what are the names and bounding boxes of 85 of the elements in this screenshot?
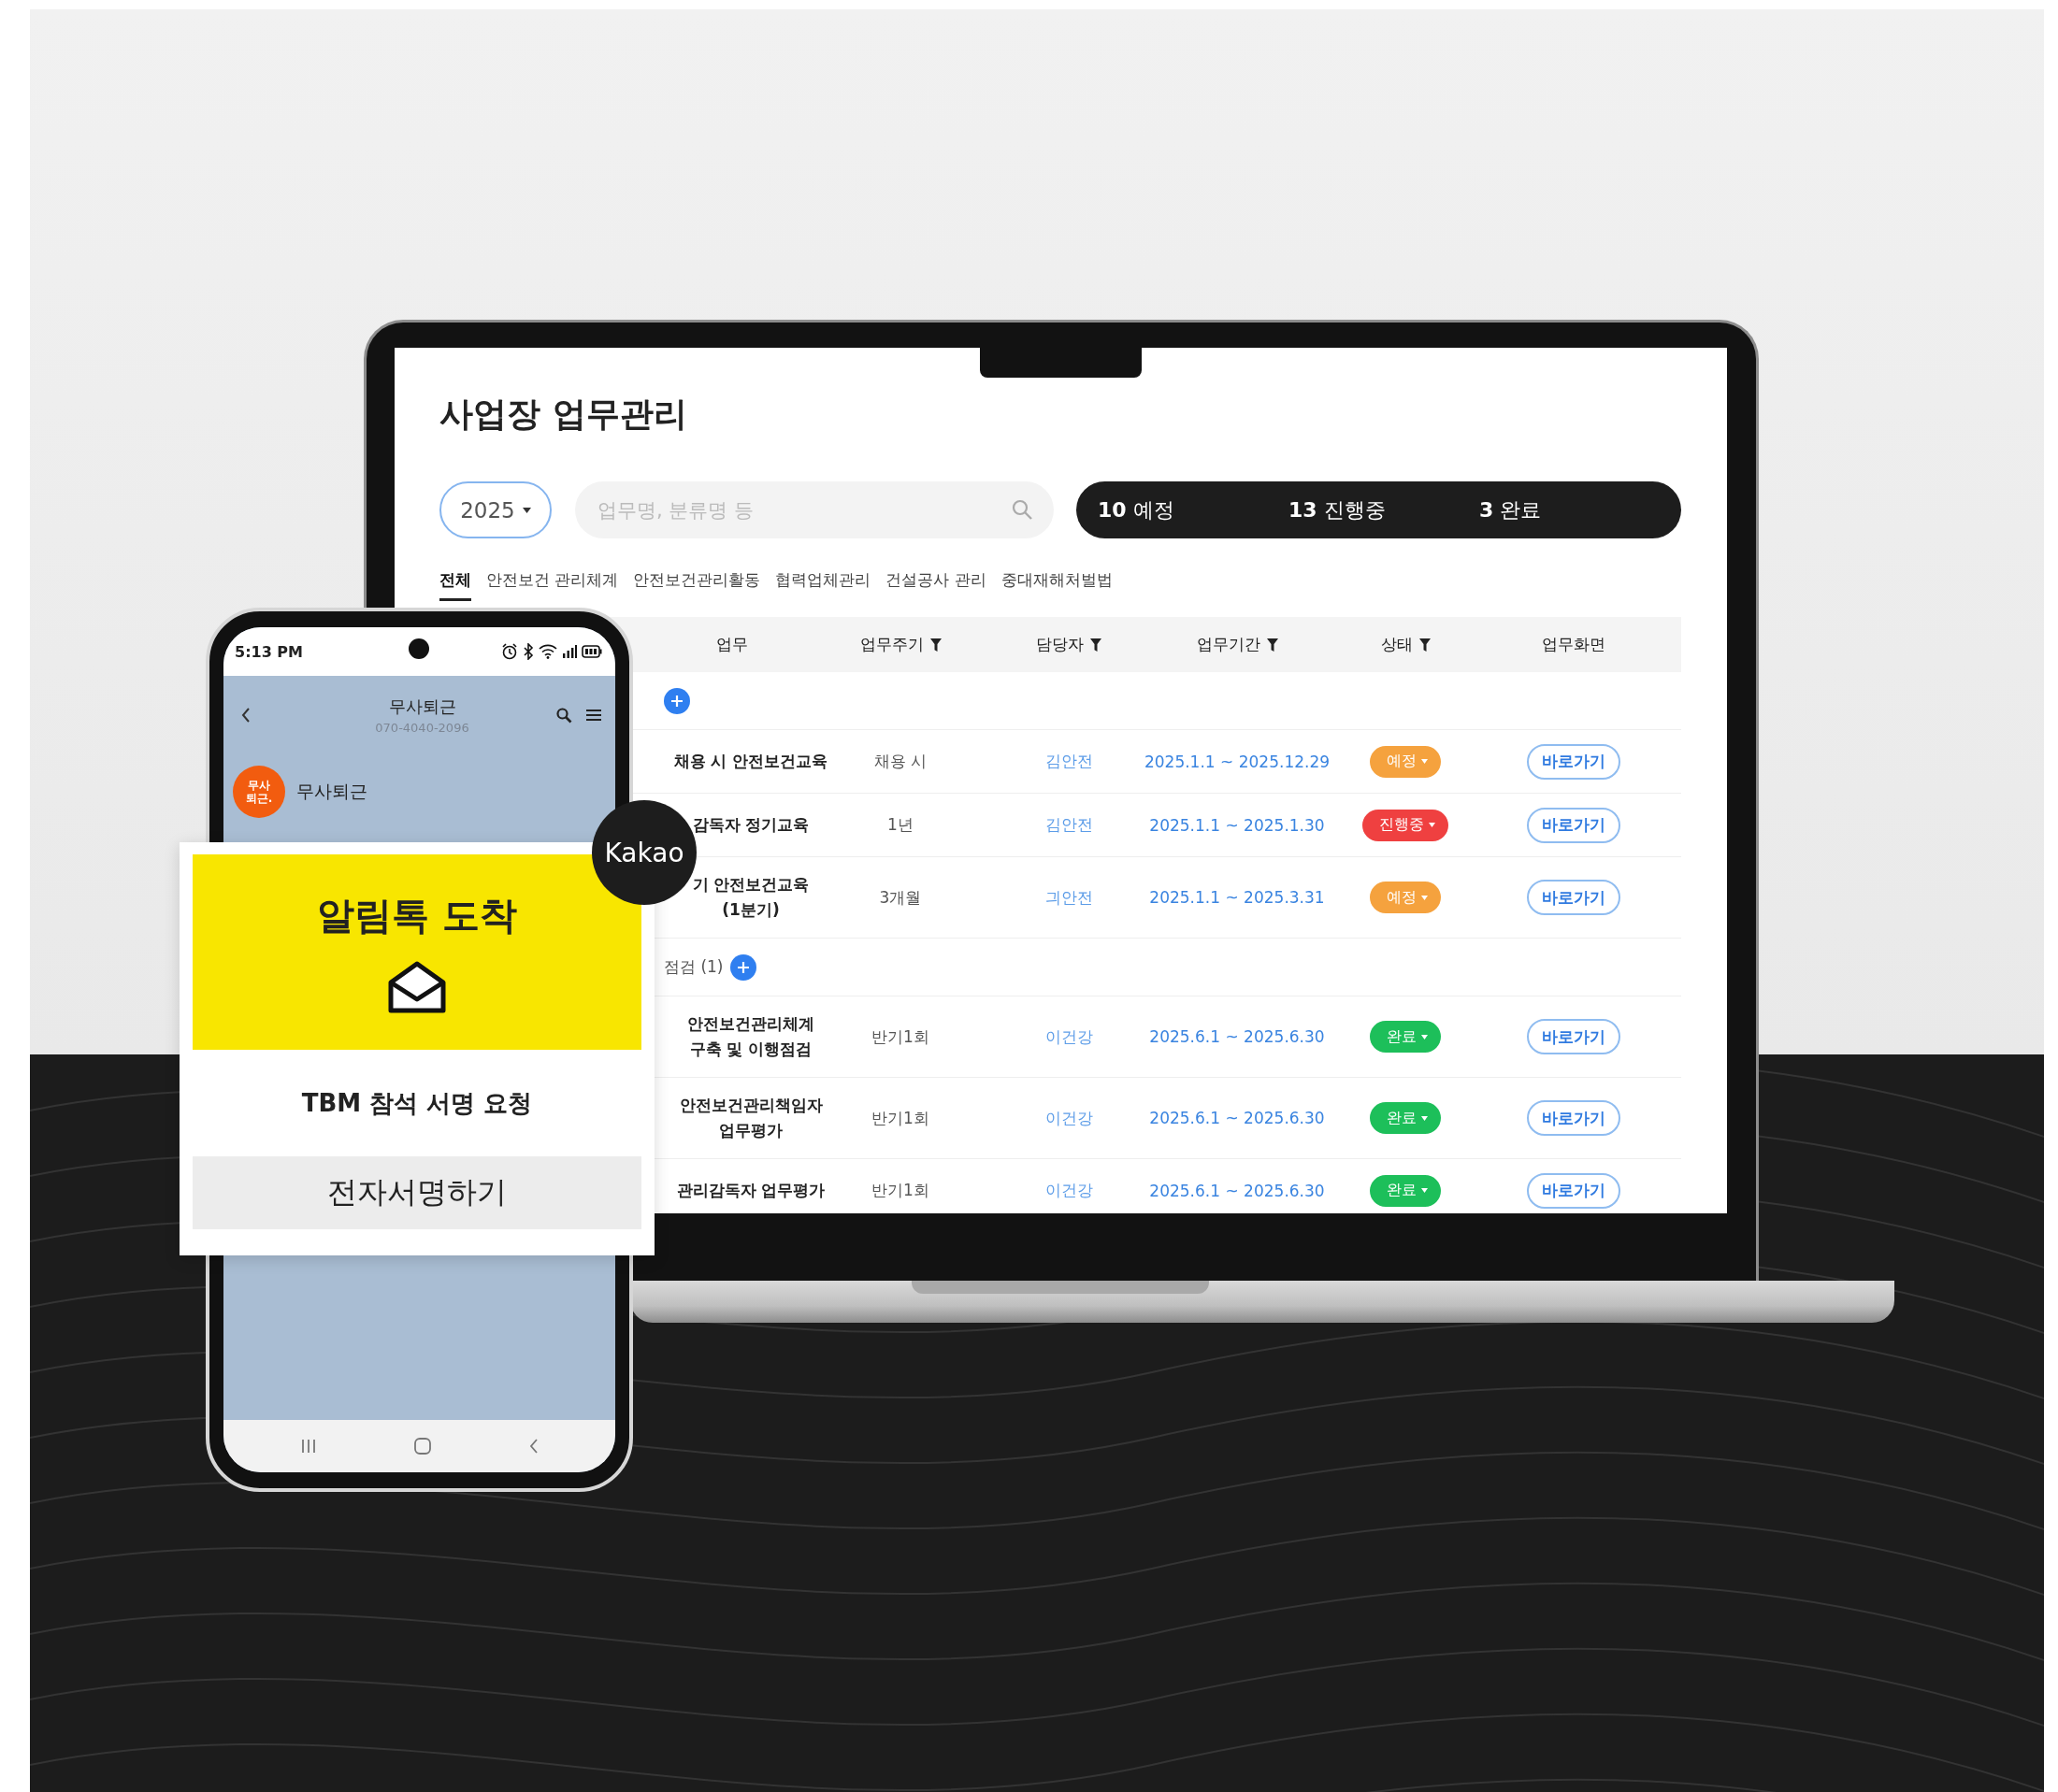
search-icon[interactable] [555,707,572,724]
sender-name: 무사퇴근 [296,780,367,803]
signal-icon [562,645,577,658]
period-text: 2025.6.1 ~ 2025.6.30 [1149,1027,1325,1046]
filter-icon[interactable] [1090,638,1101,652]
alarm-icon [501,643,518,660]
home-icon[interactable] [412,1437,432,1455]
category-tab[interactable]: 중대재해처벌법 [1000,566,1113,601]
goto-button[interactable]: 바로가기 [1527,743,1620,780]
recent-apps-icon[interactable] [299,1439,317,1454]
caret-icon [1421,895,1428,900]
sender-avatar: 무사 퇴근. [233,766,285,818]
caret-icon [1421,1188,1428,1193]
envelope-icon [386,960,448,1014]
owner-name: 김안전 [1044,814,1093,836]
owner-name: 이건강 [1044,1025,1093,1048]
category-tab[interactable]: 안전보건관리활동 [633,566,761,601]
column-header: 업무 [716,634,748,655]
chat-title: 무사퇴근 [388,695,456,718]
status-badge[interactable]: 완료 [1370,1021,1441,1053]
task-name: 채용 시 안전보건교육 [673,751,828,772]
caret-icon [1429,823,1435,827]
back-icon[interactable] [527,1438,540,1455]
owner-name: 이건강 [1044,1180,1093,1201]
period-text: 2025.1.1 ~ 2025.3.31 [1149,888,1325,907]
goto-button[interactable]: 바로가기 [1527,1019,1620,1054]
task-name: 안전보건관리책임자 업무평가 [679,1095,823,1141]
battery-icon [582,645,602,658]
caret-icon [522,507,531,513]
notification-title: 알림톡 도착 [317,893,517,939]
bluetooth-icon [523,643,534,660]
period-text: 2025.1.1 ~ 2025.12.29 [1144,752,1331,771]
period-text: 2025.6.1 ~ 2025.6.30 [1149,1109,1325,1127]
filter-icon[interactable] [1418,638,1431,652]
status-count: 10 예정 [1098,496,1175,523]
goto-button[interactable]: 바로가기 [1527,880,1620,915]
caret-icon [1421,1034,1428,1039]
goto-button[interactable]: 바로가기 [1527,1100,1620,1136]
filter-icon[interactable] [929,638,942,652]
goto-button[interactable]: 바로가기 [1527,1172,1620,1209]
group-label: 점검 (1) [664,956,724,978]
sign-button[interactable]: 전자서명하기 [193,1156,641,1229]
cycle-text: 1년 [887,814,914,836]
status-badge[interactable]: 완료 [1370,1102,1441,1134]
status-badge[interactable]: 완료 [1370,1174,1441,1207]
add-button[interactable] [730,953,757,981]
column-header: 상태 [1380,634,1413,655]
column-header: 업무주기 [859,634,924,655]
menu-icon[interactable] [585,709,602,722]
cycle-text: 3개월 [879,886,922,909]
task-name: 안전보건관리체계 구축 및 이행점검 [687,1013,814,1060]
owner-name: 이건강 [1044,1107,1093,1129]
year-dropdown[interactable]: 2025 [439,481,552,538]
caret-icon [1421,759,1428,764]
status-count: 3 완료 [1479,496,1543,523]
notification-message: TBM 참석 서명 요청 [300,1087,534,1119]
back-icon[interactable] [240,707,252,724]
cycle-text: 반기1회 [871,1025,929,1048]
caret-icon [1421,1115,1428,1121]
category-tab[interactable]: 안전보건 관리체계 [486,566,619,601]
category-tab[interactable]: 협력업체관리 [775,566,871,601]
column-header: 업무기간 [1196,634,1260,655]
column-header: 담당자 [1036,634,1084,655]
goto-button[interactable]: 바로가기 [1527,807,1620,843]
add-button[interactable] [664,687,690,714]
column-header: 업무화면 [1542,634,1605,655]
cycle-text: 반기1회 [871,1107,929,1129]
cycle-text: 채용 시 [873,751,928,772]
status-badge[interactable]: 진행중 [1362,809,1448,841]
period-text: 2025.6.1 ~ 2025.6.30 [1149,1181,1325,1200]
category-tab[interactable]: 건설공사 관리 [885,566,986,601]
period-text: 2025.1.1 ~ 2025.1.30 [1149,815,1325,835]
filter-icon[interactable] [1266,638,1278,652]
search-field[interactable]: 업무명, 분류명 등 [575,481,1054,538]
owner-name: 긔안전 [1044,886,1093,909]
owner-name: 김안전 [1044,751,1093,772]
category-tab[interactable]: 전체 [439,566,471,601]
status-count: 13 진행중 [1288,496,1387,523]
status-time: 5:13 PM [235,642,303,661]
wifi-icon [539,644,557,659]
phone-number: 070-4040-2096 [375,721,469,735]
cycle-text: 반기1회 [871,1180,929,1201]
camera-hole [409,638,429,659]
task-name: 관리감독자 업무평가 [676,1180,826,1201]
page-title: 사업장 업무관리 [439,394,688,435]
